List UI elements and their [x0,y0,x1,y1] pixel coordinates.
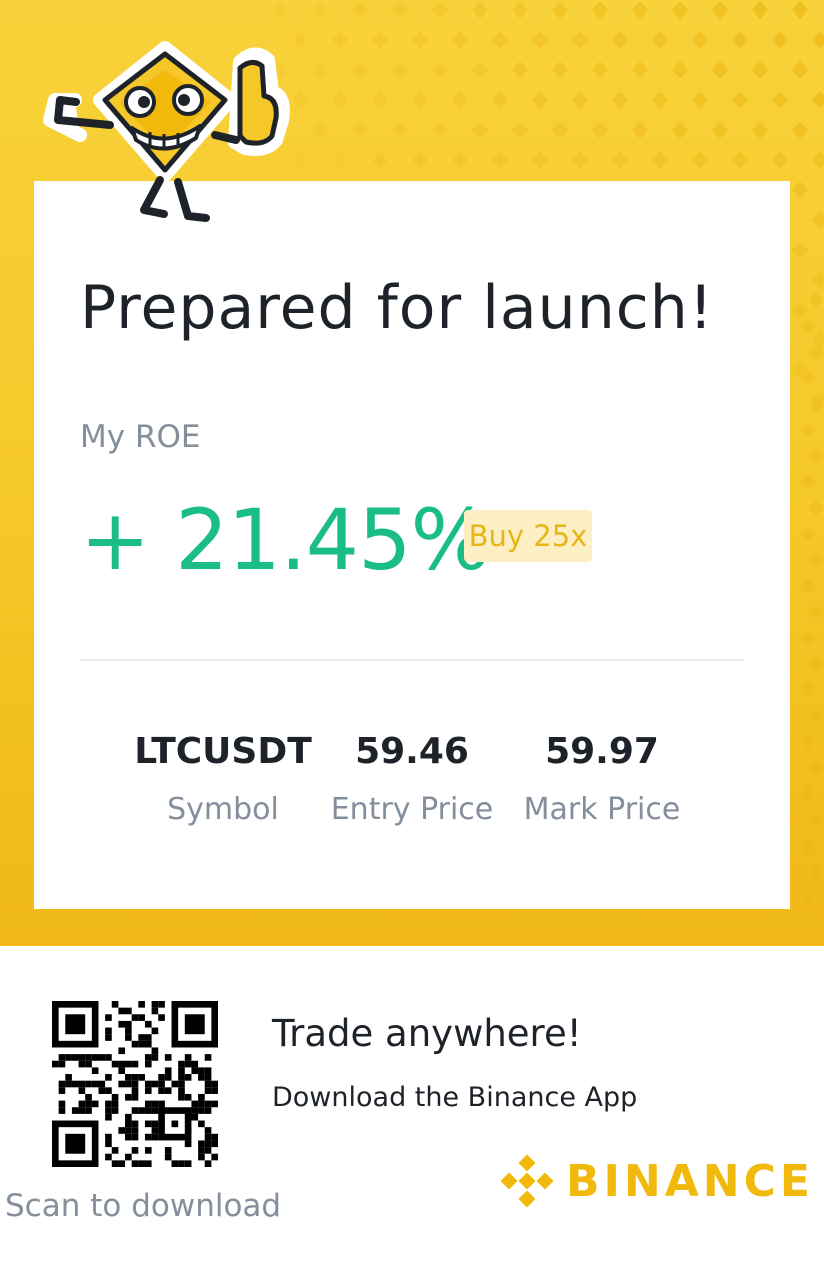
page-title: Prepared for launch! [80,273,714,343]
roe-label: My ROE [80,419,201,455]
stat-value: 59.97 [545,731,659,772]
footer: Scan to download Trade anywhere! Downloa… [0,946,824,1280]
stat-value: 59.46 [355,731,469,772]
stat-entry-price: 59.46 Entry Price [317,731,507,827]
cta-subtitle: Download the Binance App [272,1082,638,1113]
stat-symbol: LTCUSDT Symbol [128,731,318,827]
mascot-coin-thumbs-up-icon [43,41,290,227]
stat-mark-price: 59.97 Mark Price [507,731,697,827]
binance-brand: BINANCE [500,1152,810,1212]
stat-value: LTCUSDT [134,731,312,772]
stat-label: Mark Price [523,792,681,827]
cta-title: Trade anywhere! [272,1012,582,1055]
roe-value: + 21.45% [80,491,490,589]
position-side-badge: Buy 25x [464,510,592,562]
stat-label: Entry Price [330,792,494,827]
binance-logo-icon [500,1154,554,1208]
brand-name: BINANCE [566,1156,814,1207]
hero-background: Prepared for launch! My ROE + 21.45% Buy… [0,0,824,946]
pnl-card: Prepared for launch! My ROE + 21.45% Buy… [34,181,790,909]
stat-label: Symbol [167,792,279,827]
scan-to-download-label: Scan to download [5,1188,282,1224]
qr-code-icon[interactable] [52,1001,218,1167]
divider [80,659,744,661]
